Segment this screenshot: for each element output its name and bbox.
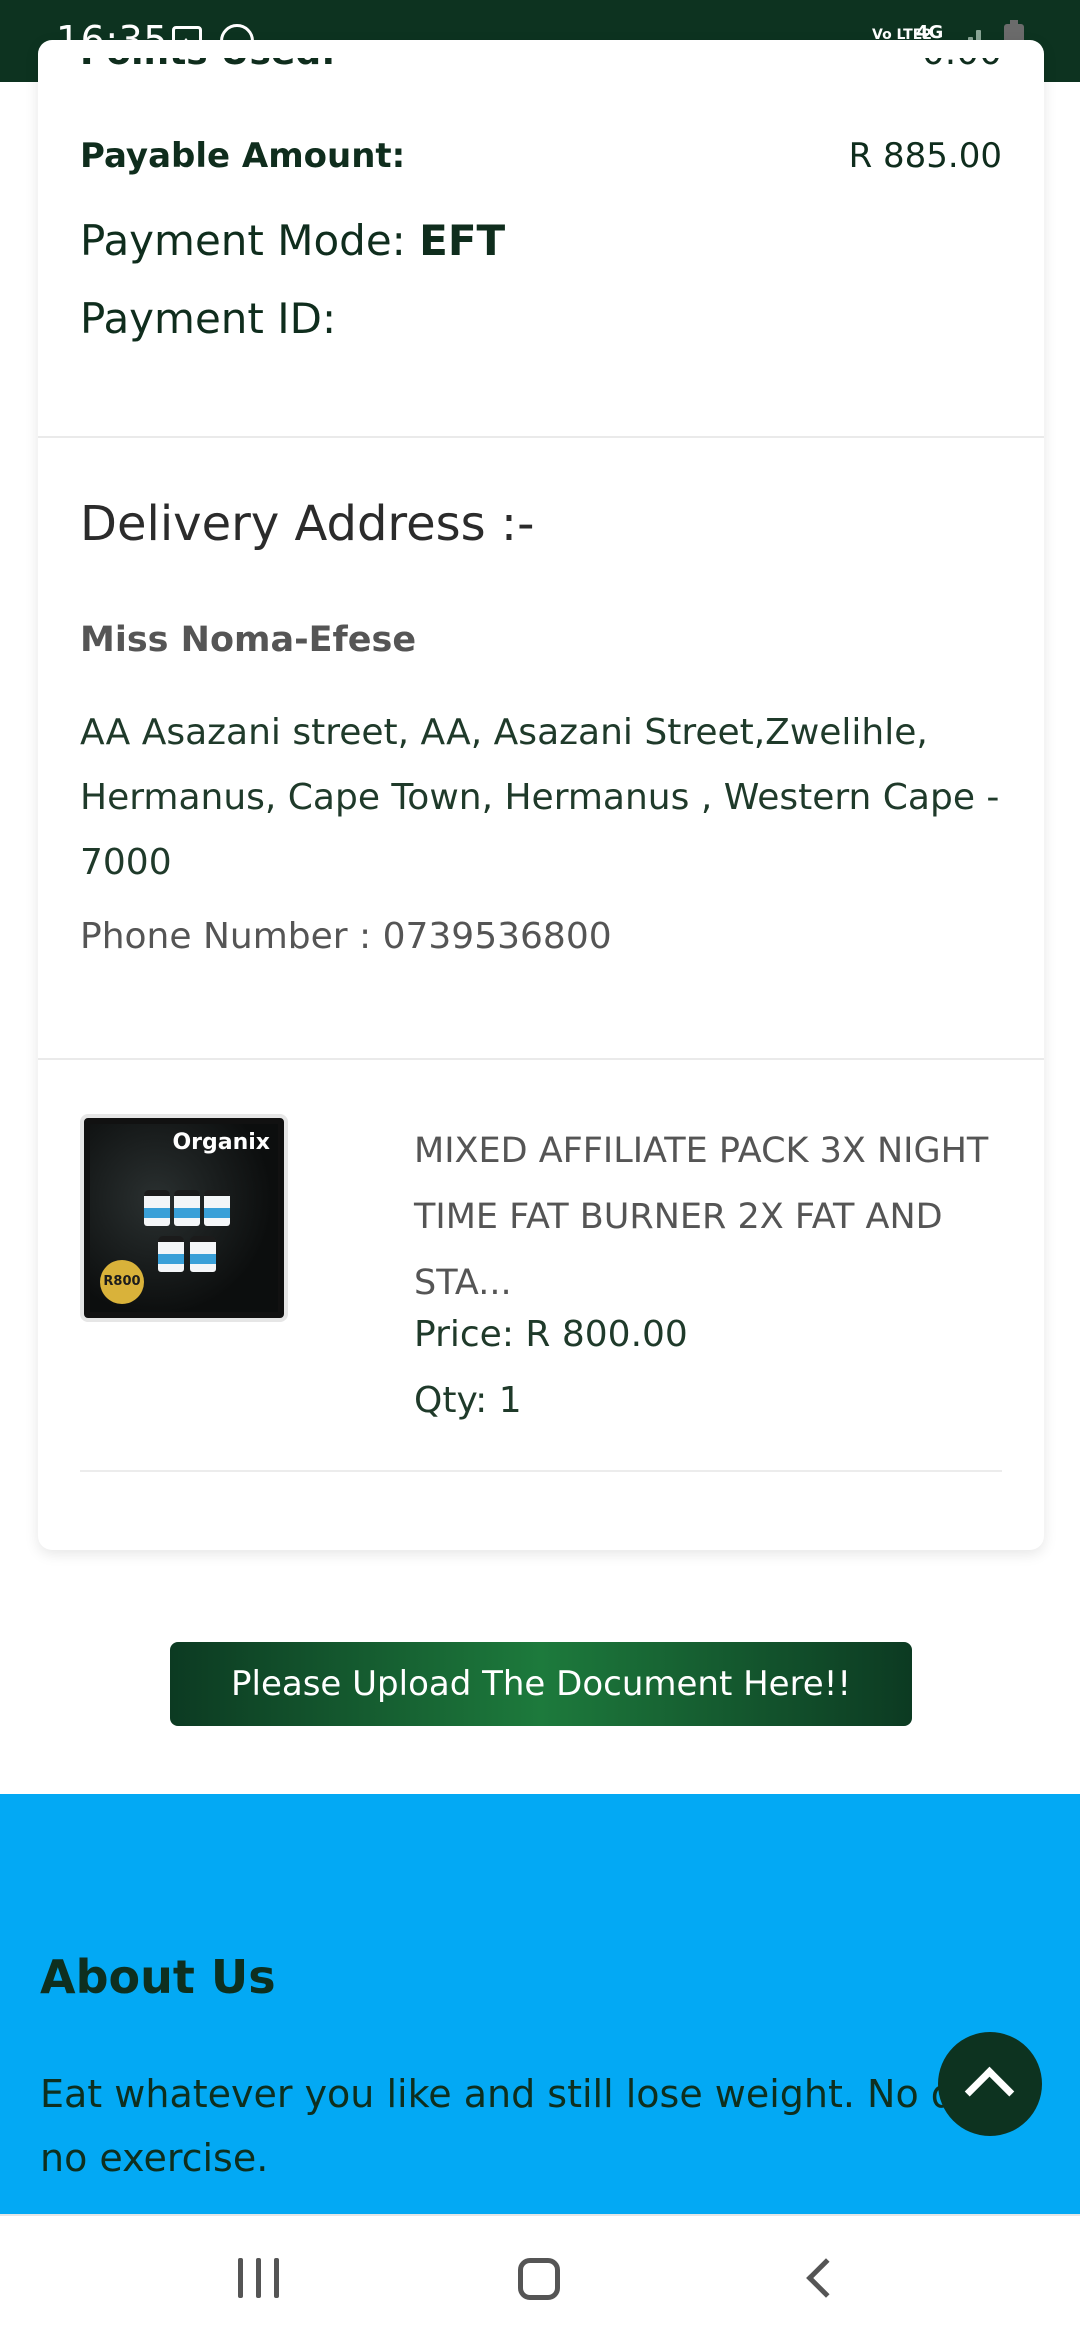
payment-mode-value: EFT bbox=[419, 216, 506, 265]
system-navigation-bar bbox=[0, 2214, 1080, 2340]
payment-id: Payment ID: bbox=[80, 294, 337, 343]
product-title[interactable]: MIXED AFFILIATE PACK 3X NIGHT TIME FAT B… bbox=[414, 1118, 1014, 1316]
bottle-graphic bbox=[158, 1236, 184, 1272]
product-qty: Qty: 1 bbox=[414, 1380, 522, 1421]
payable-amount-label: Payable Amount: bbox=[80, 136, 406, 176]
delivery-address-title: Delivery Address :- bbox=[80, 496, 535, 552]
product-brand-logo: Organix bbox=[172, 1130, 270, 1155]
about-us-text: Eat whatever you like and still lose wei… bbox=[40, 2072, 1016, 2180]
home-icon[interactable] bbox=[518, 2258, 560, 2300]
product-price: Price: R 800.00 bbox=[414, 1314, 688, 1355]
points-used-row: Points Used: 0.00 bbox=[80, 58, 1002, 92]
payment-mode-label: Payment Mode: bbox=[80, 216, 406, 265]
payable-amount-value: R 885.00 bbox=[848, 136, 1002, 176]
scroll-to-top-button[interactable] bbox=[938, 2032, 1042, 2136]
product-image[interactable]: Organix R800 bbox=[80, 1114, 288, 1322]
payment-mode: Payment Mode: EFT bbox=[80, 216, 505, 265]
section-divider bbox=[38, 1058, 1044, 1060]
about-us-title: About Us bbox=[40, 1950, 276, 2004]
section-divider bbox=[38, 436, 1044, 438]
bottle-graphic bbox=[190, 1236, 216, 1272]
delivery-address: AA Asazani street, AA, Asazani Street,Zw… bbox=[80, 712, 1000, 883]
price-badge: R800 bbox=[100, 1260, 144, 1304]
recent-apps-icon[interactable] bbox=[238, 2258, 280, 2298]
upload-document-button[interactable]: Please Upload The Document Here!! bbox=[170, 1642, 912, 1726]
bottle-graphic bbox=[144, 1190, 170, 1226]
bottle-graphic bbox=[204, 1190, 230, 1226]
phone-number: Phone Number : 0739536800 bbox=[80, 916, 612, 957]
bottle-graphic bbox=[174, 1190, 200, 1226]
points-used-label: Points Used: bbox=[80, 58, 336, 73]
back-icon[interactable] bbox=[806, 2258, 846, 2298]
item-divider bbox=[80, 1470, 1002, 1472]
customer-name: Miss Noma-Efese bbox=[80, 620, 417, 660]
points-used-value: 0.00 bbox=[922, 58, 1002, 73]
